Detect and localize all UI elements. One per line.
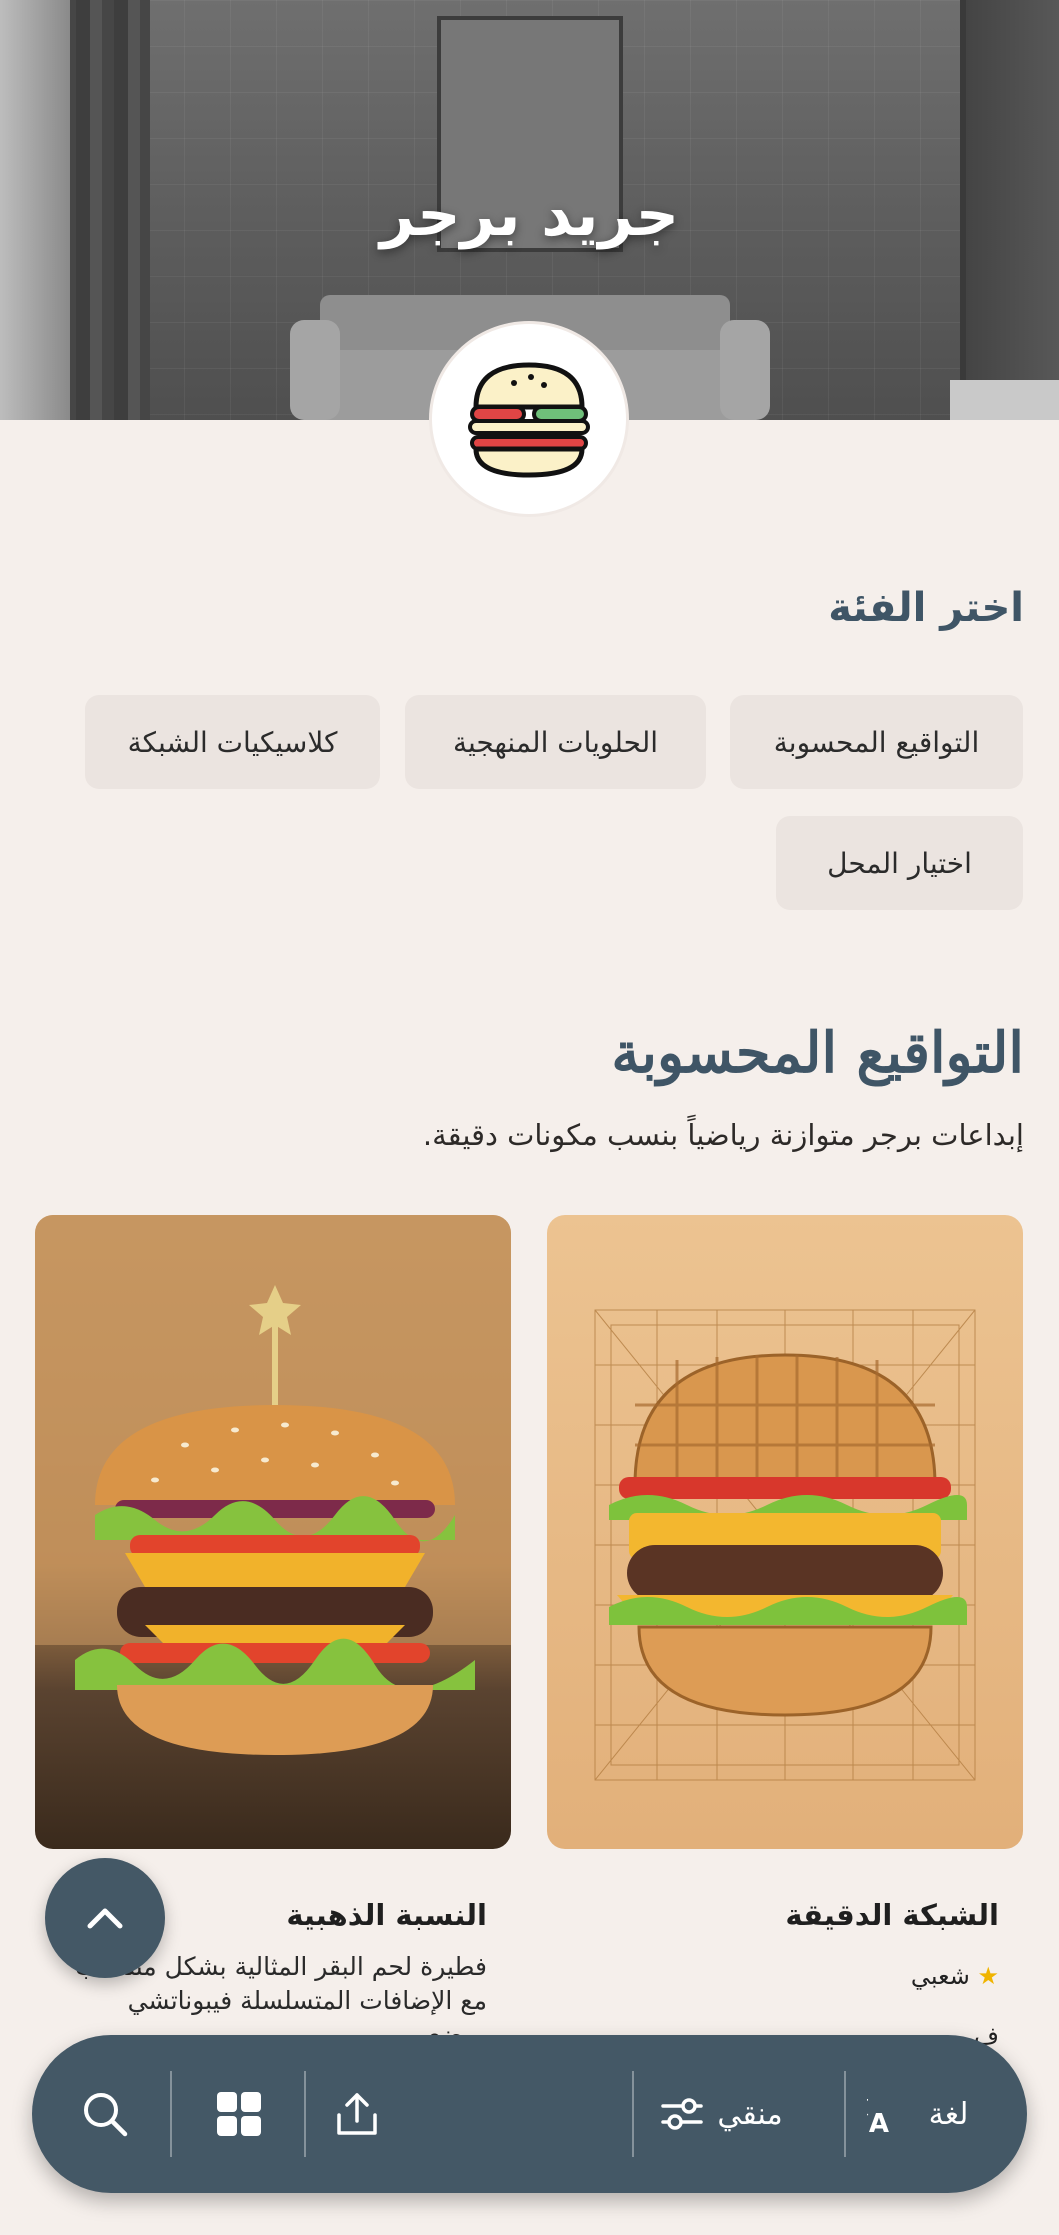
badge-label: شعبي xyxy=(910,1962,970,1990)
grid-burger-illustration xyxy=(594,1309,976,1781)
item-image-precise-grid[interactable] xyxy=(547,1215,1023,1849)
grid-view-button[interactable] xyxy=(184,2035,294,2193)
chip-calculated-signatures[interactable]: التواقيع المحسوبة xyxy=(730,695,1023,789)
svg-text:A: A xyxy=(869,2109,889,2136)
item-image-golden-ratio[interactable] xyxy=(35,1215,511,1849)
filter-label: منقي xyxy=(717,2096,783,2132)
chip-grid-classics[interactable]: كلاسيكيات الشبكة xyxy=(85,695,380,789)
share-button[interactable] xyxy=(302,2035,412,2193)
search-button[interactable] xyxy=(52,2035,157,2193)
translate-icon: 文 A xyxy=(867,2095,889,2136)
search-icon xyxy=(83,2093,127,2137)
restaurant-title: جريد برجر xyxy=(379,180,680,250)
filter-button[interactable]: منقي xyxy=(633,2035,809,2193)
restaurant-logo xyxy=(432,324,626,514)
burger-icon xyxy=(468,362,590,478)
item-title: النسبة الذهبية xyxy=(286,1898,487,1932)
chip-systematic-desserts[interactable]: الحلويات المنهجية xyxy=(405,695,706,789)
chip-label: الحلويات المنهجية xyxy=(452,725,659,759)
page: جريد برجر اختر الفئة التواقيع المحسوبة ا… xyxy=(0,0,1059,2235)
category-title: التواقيع المحسوبة xyxy=(611,1020,1024,1086)
chip-label: كلاسيكيات الشبكة xyxy=(127,725,338,759)
filter-sliders-icon xyxy=(661,2098,704,2130)
language-button[interactable]: لغة 文 A xyxy=(830,2035,1005,2193)
grid-icon xyxy=(217,2092,261,2136)
popular-badge: ★ شعبي xyxy=(911,1962,999,1990)
category-picker-label: اختر الفئة xyxy=(828,585,1024,631)
chip-label: التواقيع المحسوبة xyxy=(773,725,980,759)
golden-burger-photo xyxy=(35,1215,511,1755)
bottom-toolbar: لغة 文 A منقي xyxy=(32,2035,1027,2193)
star-icon: ★ xyxy=(977,1962,999,1990)
language-label: لغة xyxy=(928,2096,969,2132)
chip-shop-pick[interactable]: اختيار المحل xyxy=(776,816,1023,910)
category-description: إبداعات برجر متوازنة رياضياً بنسب مكونات… xyxy=(422,1118,1024,1152)
share-icon xyxy=(337,2093,377,2135)
scroll-to-top-button[interactable] xyxy=(45,1858,165,1978)
chevron-up-icon xyxy=(87,1908,123,1929)
chip-label: اختيار المحل xyxy=(827,846,972,880)
item-title: الشبكة الدقيقة xyxy=(785,1898,999,1932)
